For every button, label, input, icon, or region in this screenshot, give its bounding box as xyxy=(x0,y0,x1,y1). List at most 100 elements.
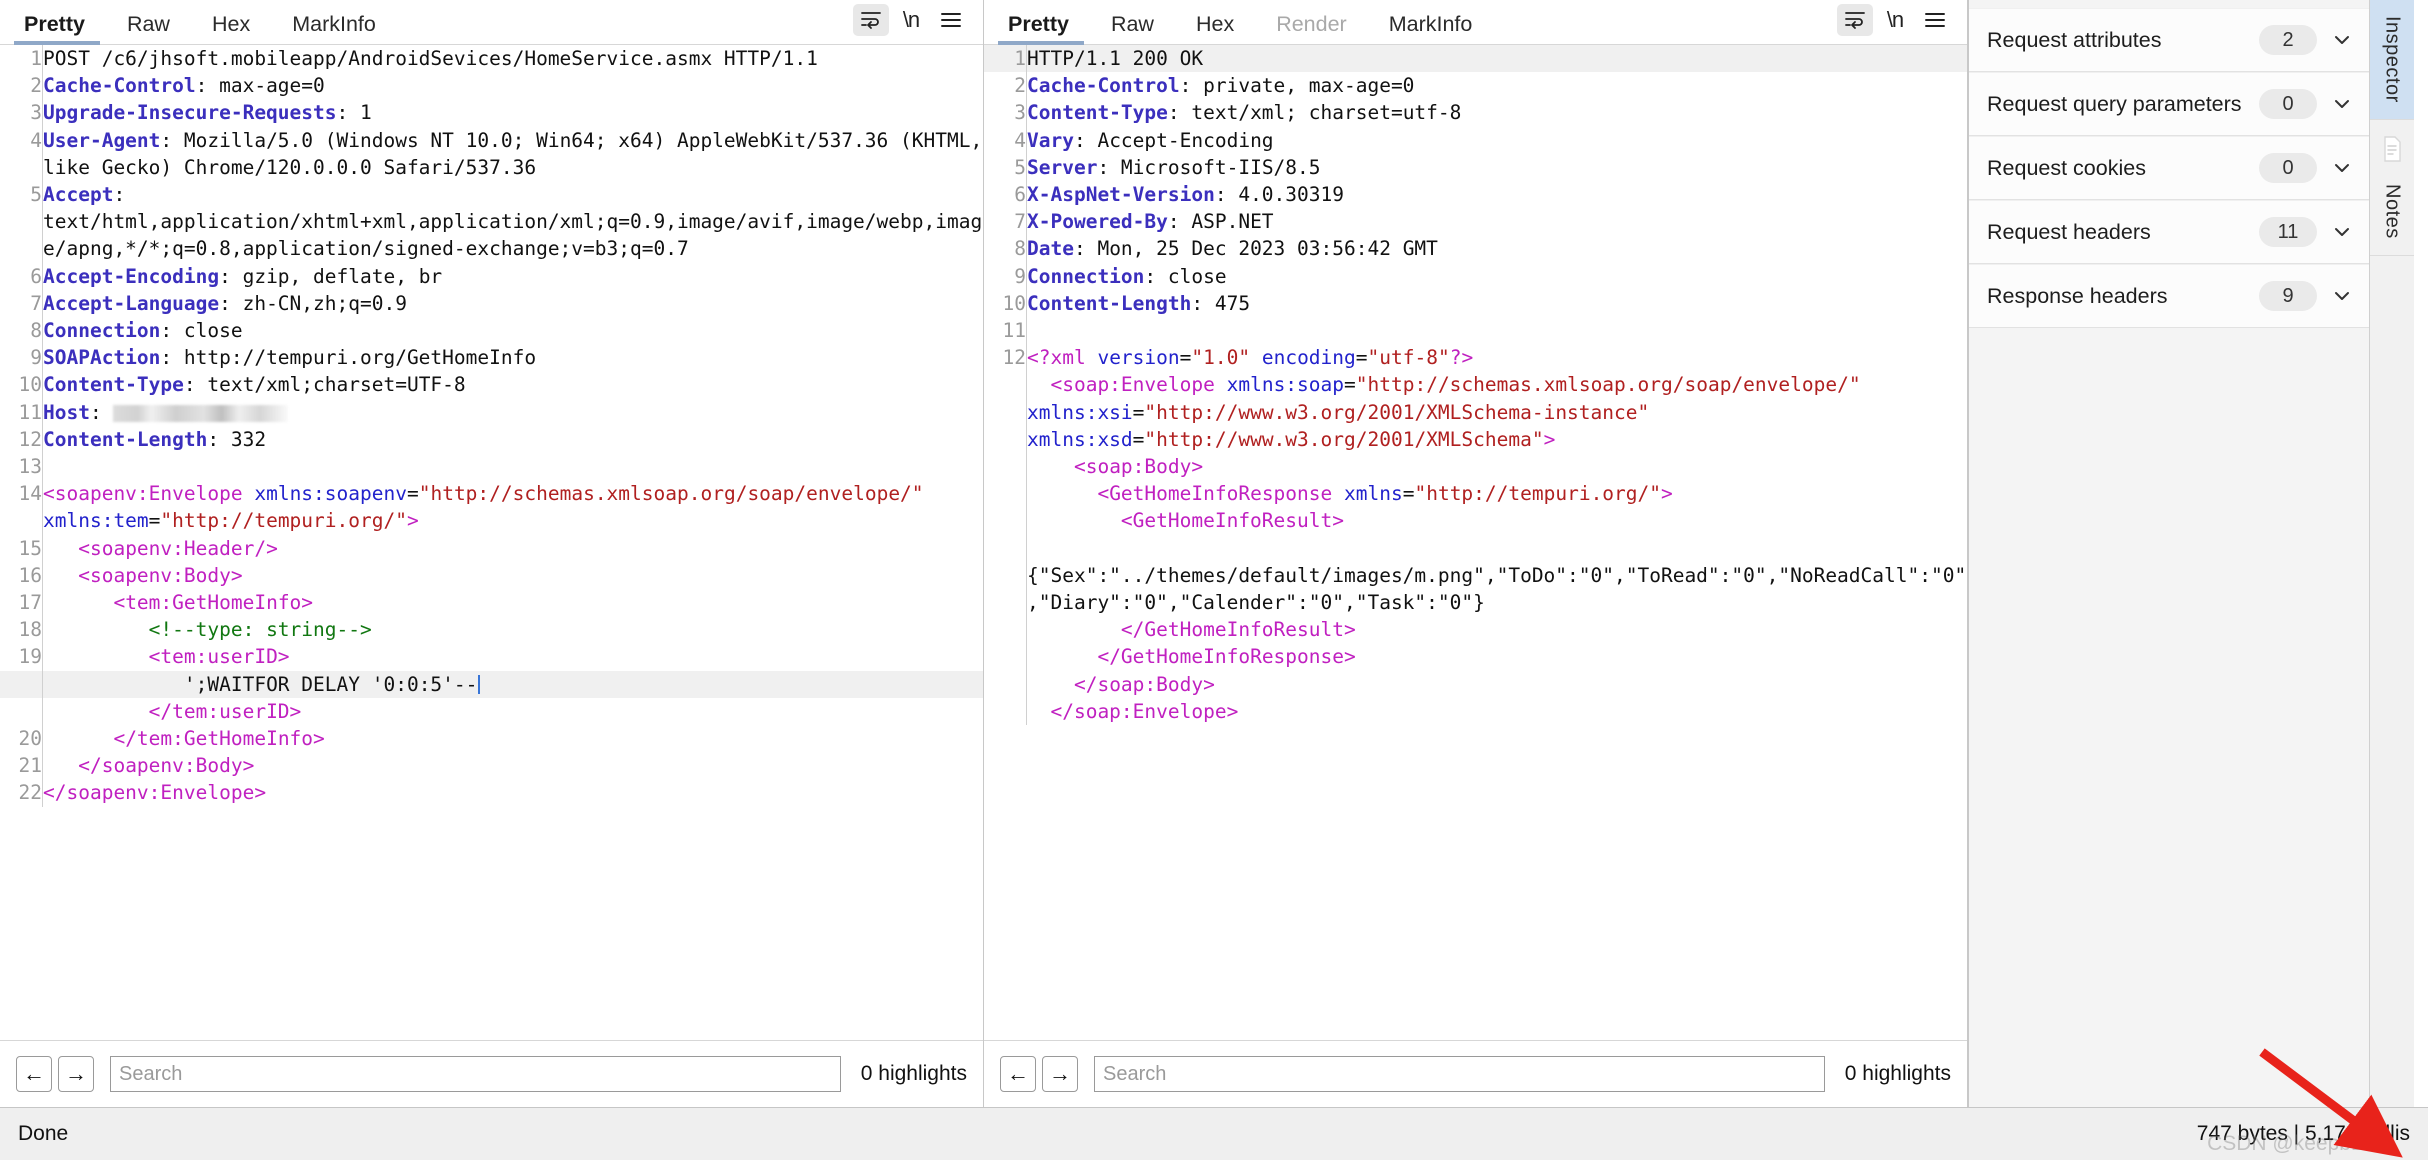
code-span: </GetHomeInfoResult> xyxy=(1120,618,1356,642)
request-tab-hex[interactable]: Hex xyxy=(191,13,271,45)
code-line-text: </soapenv:Body> xyxy=(43,752,984,779)
rail-tab-notes[interactable]: Notes xyxy=(2370,168,2414,256)
code-span: : 332 xyxy=(207,427,267,451)
code-span: POST /c6/jhsoft.mobileapp/AndroidSevices… xyxy=(43,47,818,70)
code-span xyxy=(1027,455,1074,478)
code-span: Accept-Encoding xyxy=(43,264,220,288)
code-span: "http://tempuri.org/" xyxy=(160,509,407,533)
menu-icon[interactable] xyxy=(933,4,969,36)
request-code-line: 4 User-Agent: Mozilla/5.0 (Windows NT 10.… xyxy=(0,126,983,182)
response-code-line: {"Sex":"../themes/default/images/m.png",… xyxy=(984,534,1967,617)
code-line-text: Content-Type: text/xml; charset=utf-8 xyxy=(1027,99,1968,126)
request-tab-markinfo[interactable]: MarkInfo xyxy=(271,13,397,45)
rail-tab-inspector[interactable]: Inspector xyxy=(2370,0,2414,120)
code-span xyxy=(43,645,149,668)
line-number: 14 xyxy=(0,480,43,535)
code-span: X-AspNet-Version xyxy=(1027,183,1215,207)
request-search-input[interactable] xyxy=(110,1056,841,1092)
word-wrap-icon[interactable] xyxy=(1837,4,1873,36)
response-search-input[interactable] xyxy=(1094,1056,1825,1092)
request-code-table: 1 POST /c6/jhsoft.mobileapp/AndroidSevice… xyxy=(0,45,983,807)
inspector-row-request-headers[interactable]: Request headers 11 xyxy=(1969,200,2369,264)
code-span xyxy=(43,618,149,641)
code-line-text: <tem:GetHomeInfo> xyxy=(43,589,984,616)
word-wrap-icon[interactable] xyxy=(853,4,889,36)
newline-icon[interactable]: \n xyxy=(893,4,929,36)
chevron-down-icon[interactable] xyxy=(2331,29,2353,51)
code-span xyxy=(43,754,78,777)
response-code-line: 9 Connection: close xyxy=(984,262,1967,290)
request-tabbar: Pretty Raw Hex MarkInfo \n xyxy=(0,0,983,45)
search-next-button[interactable]: → xyxy=(58,1056,94,1092)
search-prev-button[interactable]: ← xyxy=(16,1056,52,1092)
inspector-row-request-query-parameters[interactable]: Request query parameters 0 xyxy=(1969,72,2369,136)
request-code-line: 9 SOAPAction: http://tempuri.org/GetHomeI… xyxy=(0,344,984,372)
line-number: 6 xyxy=(0,262,43,290)
request-code-line: 11 Host: xyxy=(0,398,983,426)
code-span xyxy=(43,564,78,587)
response-tab-pretty[interactable]: Pretty xyxy=(984,13,1090,45)
chevron-down-icon[interactable] xyxy=(2331,93,2353,115)
menu-icon[interactable] xyxy=(1917,4,1953,36)
line-number xyxy=(984,453,1027,481)
request-code-area[interactable]: 1 POST /c6/jhsoft.mobileapp/AndroidSevice… xyxy=(0,45,983,1040)
code-span: : 1 xyxy=(336,101,372,125)
search-next-button[interactable]: → xyxy=(1042,1056,1078,1092)
code-line-text: <!--type: string--> xyxy=(43,616,984,643)
request-tab-raw[interactable]: Raw xyxy=(106,13,191,45)
chevron-down-icon[interactable] xyxy=(2331,221,2353,243)
code-span: SOAPAction xyxy=(43,346,161,370)
response-tab-raw[interactable]: Raw xyxy=(1090,13,1175,45)
response-code-line: 7 X-Powered-By: ASP.NET xyxy=(984,208,1967,236)
line-number xyxy=(984,697,1027,726)
code-line-text: POST /c6/jhsoft.mobileapp/AndroidSevices… xyxy=(43,45,984,72)
code-span: <soapenv:Header/> xyxy=(78,536,278,560)
code-line-text: SOAPAction: http://tempuri.org/GetHomeIn… xyxy=(43,344,984,371)
code-span: </soap:Body> xyxy=(1073,672,1215,696)
code-span: Vary xyxy=(1027,128,1074,152)
request-searchbar: ← → 0 highlights xyxy=(0,1040,983,1107)
response-code-line: 5 Server: Microsoft-IIS/8.5 xyxy=(984,153,1967,182)
code-span: <!--type: string--> xyxy=(148,618,372,642)
code-line-text: Content-Length: 475 xyxy=(1027,290,1968,317)
request-code-line: 22 </soapenv:Envelope> xyxy=(0,779,983,807)
code-line-text: Connection: close xyxy=(43,317,984,344)
code-span: <GetHomeInfoResult> xyxy=(1120,509,1344,533)
code-span: = xyxy=(1355,346,1368,370)
code-line-text: Date: Mon, 25 Dec 2023 03:56:42 GMT xyxy=(1027,235,1968,262)
code-span: xmlns:soapenv xyxy=(254,482,407,506)
text-cursor xyxy=(478,674,481,694)
code-span: encoding xyxy=(1261,346,1356,370)
code-span: > xyxy=(406,509,419,533)
code-line-text: <soapenv:Body> xyxy=(43,562,984,589)
request-code-line: 19 <tem:userID> xyxy=(0,643,983,671)
inspector-row-response-headers[interactable]: Response headers 9 xyxy=(1969,264,2369,328)
code-span xyxy=(43,727,113,750)
code-span xyxy=(1861,373,1873,396)
response-code-area[interactable]: 1 HTTP/1.1 200 OK 2 Cache-Control: private,… xyxy=(984,45,1967,1040)
inspector-row-request-cookies[interactable]: Request cookies 0 xyxy=(1969,136,2369,200)
code-span: "http://www.w3.org/2001/XMLSchema" xyxy=(1144,427,1544,451)
status-bar: Done 747 bytes | 5,173 millis CSDN @keep… xyxy=(0,1107,2428,1160)
newline-icon[interactable]: \n xyxy=(1877,4,1913,36)
response-code-line: 12 <?xml version="1.0" encoding="utf-8"?> xyxy=(984,344,1968,372)
request-toolbar-icons: \n xyxy=(853,4,983,44)
line-number: 10 xyxy=(0,371,43,399)
chevron-down-icon[interactable] xyxy=(2331,285,2353,307)
code-line-text: Accept-Language: zh-CN,zh;q=0.9 xyxy=(43,290,984,317)
code-span: <tem:userID> xyxy=(148,645,290,669)
request-tab-pretty[interactable]: Pretty xyxy=(0,13,106,45)
line-number xyxy=(984,534,1027,617)
code-line-text: <?xml version="1.0" encoding="utf-8"?> xyxy=(1027,344,1968,371)
code-span: Cache-Control xyxy=(43,74,196,98)
response-code-line: 8 Date: Mon, 25 Dec 2023 03:56:42 GMT xyxy=(984,235,1968,263)
response-code-line: </soap:Envelope> xyxy=(984,697,1967,726)
inspector-row-request-attributes[interactable]: Request attributes 2 xyxy=(1969,8,2369,72)
search-prev-button[interactable]: ← xyxy=(1000,1056,1036,1092)
chevron-down-icon[interactable] xyxy=(2331,157,2353,179)
response-tab-hex[interactable]: Hex xyxy=(1175,13,1255,45)
inspector-row-label: Request attributes xyxy=(1987,27,2162,52)
line-number: 15 xyxy=(0,534,43,562)
response-tab-markinfo[interactable]: MarkInfo xyxy=(1368,13,1494,45)
code-span xyxy=(1250,346,1262,369)
